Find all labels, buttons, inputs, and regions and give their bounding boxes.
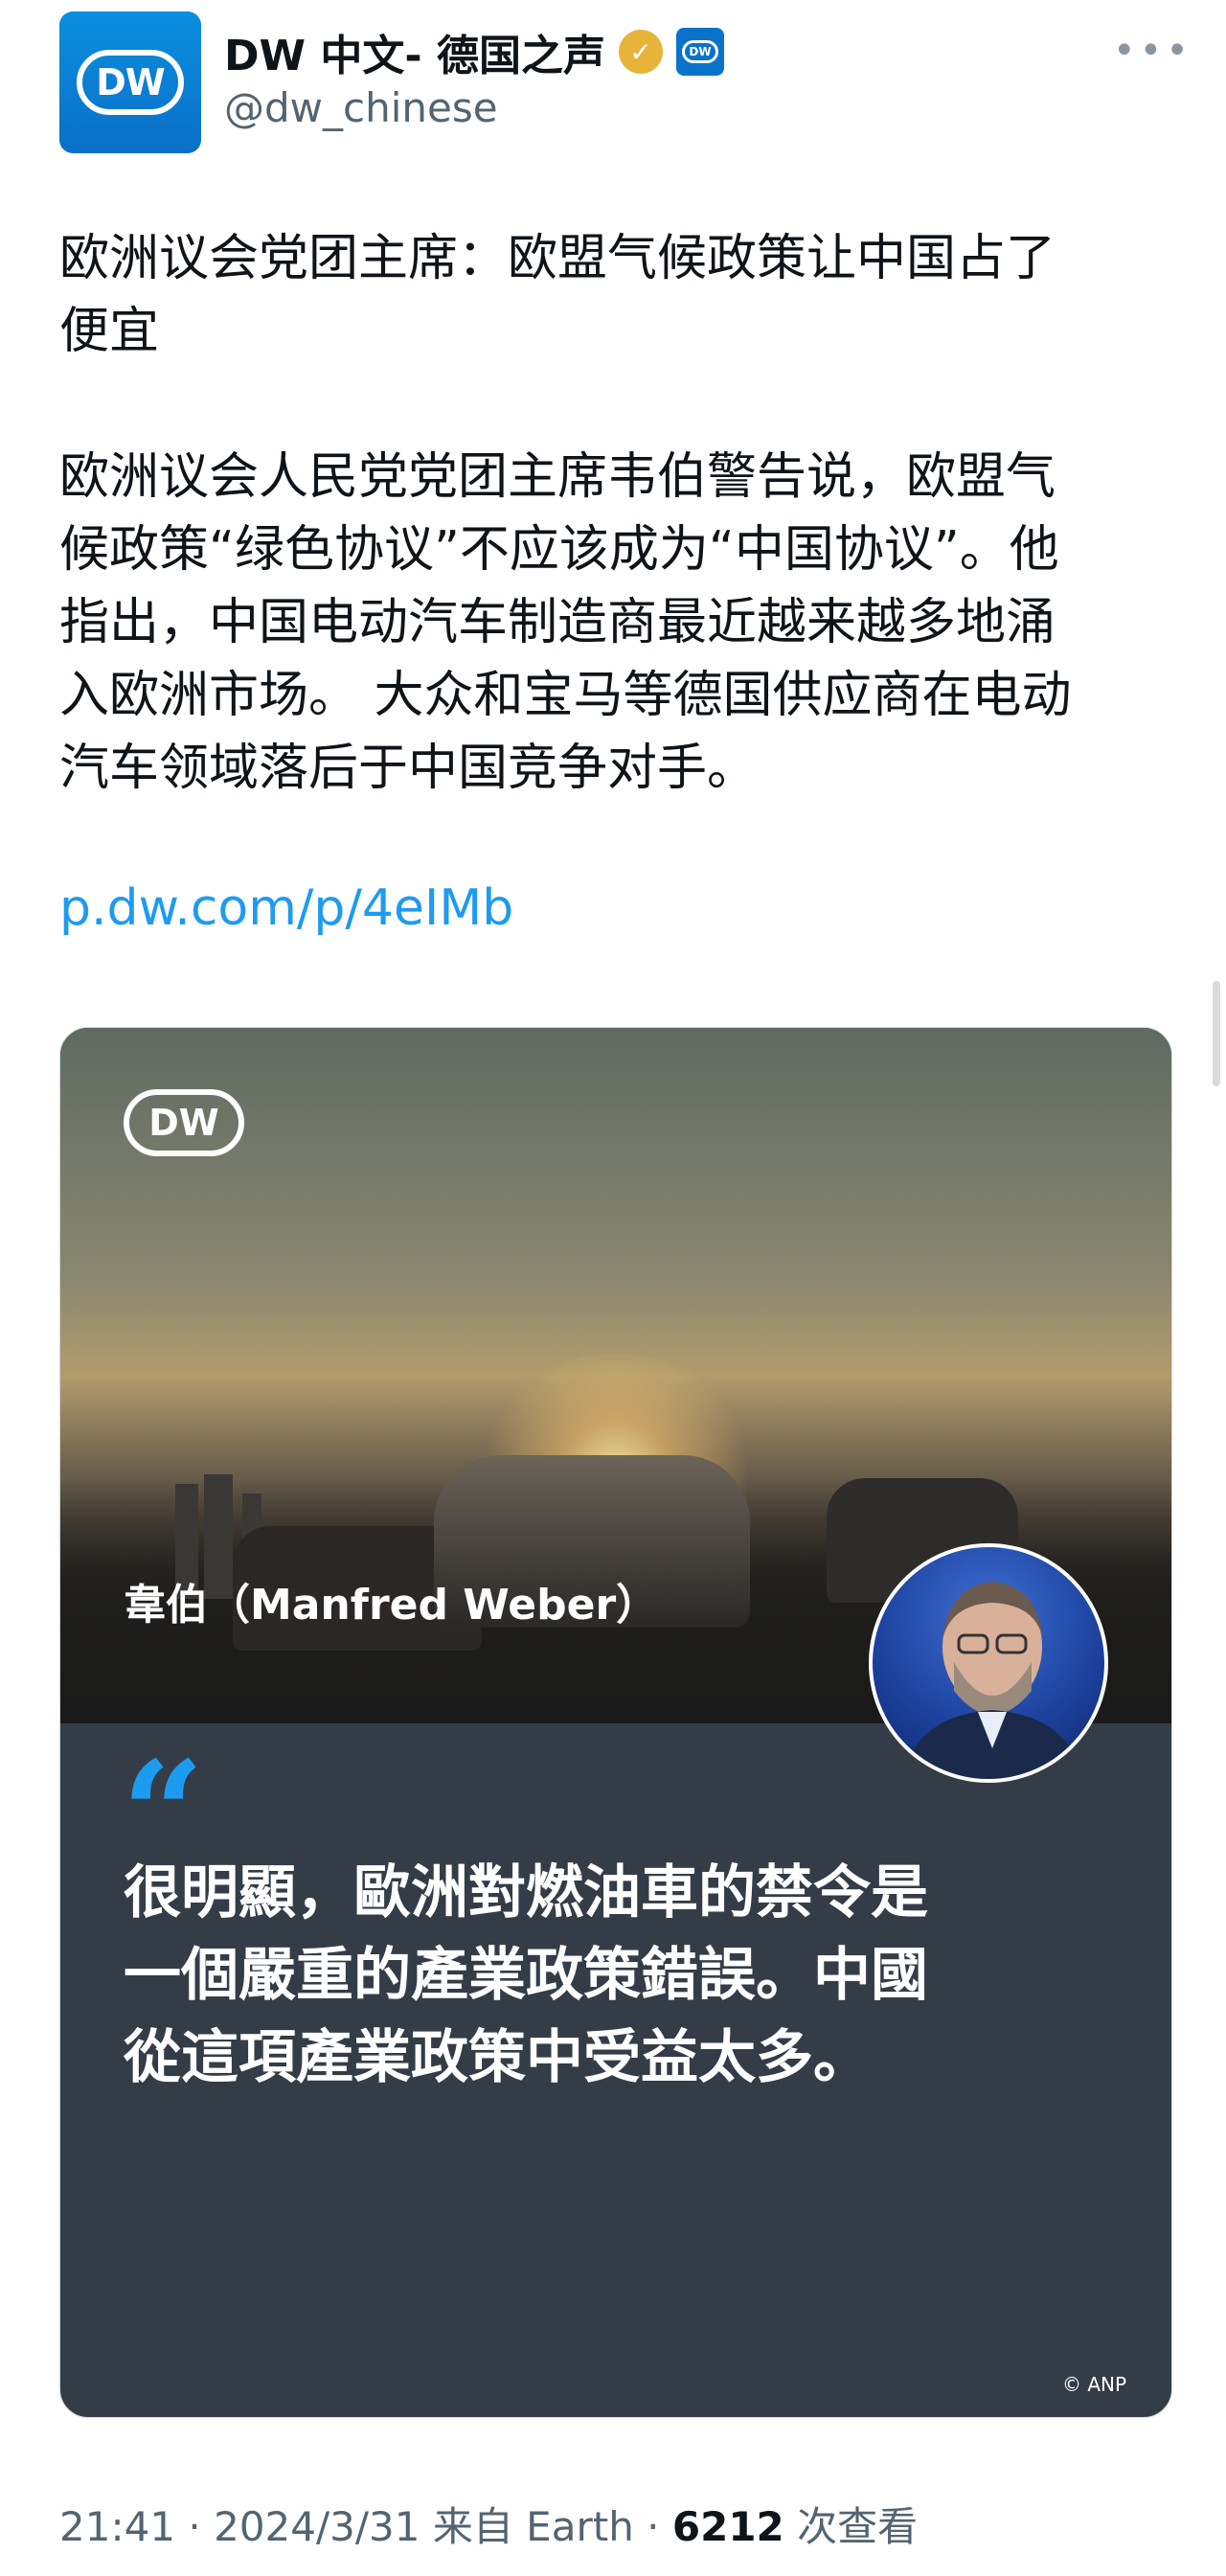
post-link[interactable]: p.dw.com/p/4eIMb [59, 879, 513, 937]
separator-dot: · [647, 2503, 672, 2550]
portrait-person-icon [902, 1582, 1084, 1779]
post-metadata: 21:41 · 2024/3/31 来自 Earth · 6212 次查看 [59, 2495, 918, 2553]
separator-dot: · [188, 2503, 215, 2550]
scrollbar[interactable] [1213, 981, 1220, 1086]
views-count: 6212 [671, 2503, 784, 2550]
account-name-row: DW 中文- 德国之声 ✓ DW [224, 21, 724, 82]
account-name[interactable]: DW 中文- 德国之声 [224, 21, 605, 82]
affiliate-badge-icon[interactable]: DW [675, 28, 724, 76]
views-label: 次查看 [797, 2503, 919, 2550]
photo-caption: 韋伯（Manfred Weber） [124, 1581, 659, 1630]
post-date[interactable]: 2024/3/31 [214, 2503, 420, 2550]
account-handle[interactable]: @dw_chinese [224, 84, 498, 131]
post-time[interactable]: 21:41 [59, 2503, 175, 2550]
speaker-portrait [869, 1543, 1108, 1783]
dw-logo-icon: DW [124, 1089, 244, 1156]
media-card[interactable]: DW 韋伯（Manfred Weber） “ 很明顯，歐洲對燃油車的禁令是 一個… [59, 1027, 1172, 2418]
account-avatar[interactable]: DW [59, 11, 201, 153]
more-options-icon[interactable]: ••• [1113, 29, 1192, 73]
post-source: 来自 Earth [432, 2503, 634, 2550]
photo-copyright: © ANP [1062, 2373, 1127, 2396]
dw-logo-icon: DW [77, 50, 184, 115]
verified-badge-icon[interactable]: ✓ [618, 30, 663, 74]
quote-text: 很明顯，歐洲對燃油車的禁令是 一個嚴重的產業政策錯誤。中國 從這項產業政策中受益… [124, 1859, 928, 2091]
post-text: 欧洲议会党团主席：欧盟气候政策让中国占了 便宜 欧洲议会人民党党团主席韦伯警告说… [59, 230, 1072, 797]
